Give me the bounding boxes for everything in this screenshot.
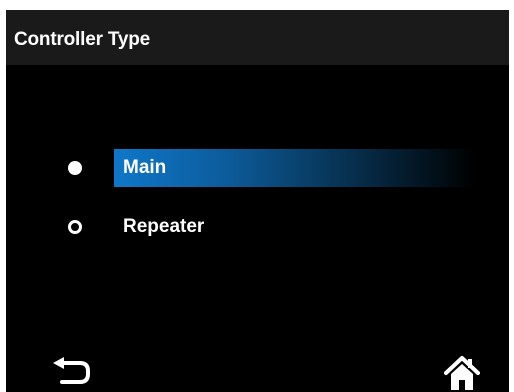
back-arrow-icon	[53, 357, 90, 384]
display-panel: Controller Type Main Repeater	[6, 10, 509, 392]
option-repeater[interactable]: Repeater	[6, 208, 509, 246]
home-button[interactable]	[444, 355, 480, 391]
radio-selected-icon	[68, 161, 82, 175]
header-bar: Controller Type	[6, 10, 509, 65]
option-main-label: Main	[123, 157, 167, 178]
back-button[interactable]	[52, 357, 92, 391]
controller-type-screen: Controller Type Main Repeater	[0, 0, 514, 392]
radio-unselected-icon	[68, 220, 82, 234]
selection-highlight	[114, 149, 476, 187]
page-title: Controller Type	[14, 29, 150, 50]
home-icon	[444, 356, 480, 390]
option-repeater-label: Repeater	[123, 216, 205, 237]
option-main[interactable]: Main	[6, 149, 509, 187]
